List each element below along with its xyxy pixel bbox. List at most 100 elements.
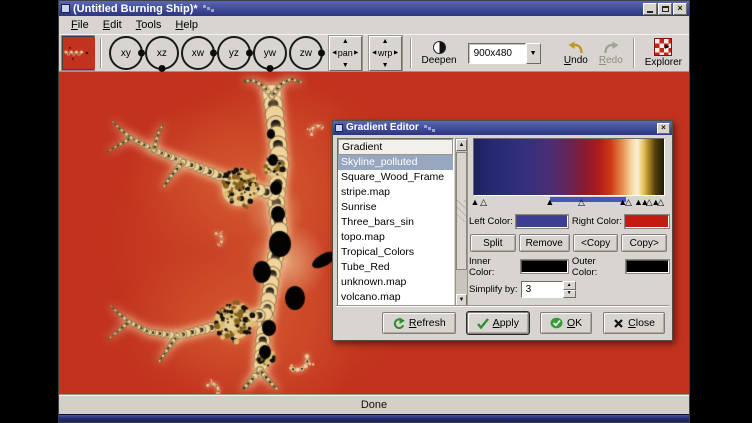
redo-button[interactable]: Redo [595,40,627,66]
spin-up-icon[interactable]: ▲ [563,281,576,290]
gradient-list-item[interactable]: Square_Wood_Frame [338,170,453,185]
titlebar-artifact [203,5,214,12]
gradient-handle-strip[interactable]: ▲△▲△▲△▲▲△▲△ [473,197,665,209]
rotation-dot-icon [266,65,273,72]
toolbar-separator [410,38,412,68]
left-color-swatch[interactable] [516,215,568,228]
toolbar-separator [633,38,635,68]
ok-icon [550,317,563,329]
rotate-xw-button[interactable]: xw [181,36,215,70]
rotation-dot-icon [158,65,165,72]
rotate-xy-label: xy [121,48,131,59]
dialog-title: Gradient Editor [346,122,419,134]
window-titlebar[interactable]: (Untitled Burning Ship)* × [59,1,689,16]
gradient-list-item[interactable]: Tube_Red [338,260,453,275]
pan-button[interactable]: ▲ ▼ ◄ ► pan [329,36,362,71]
deepen-icon [433,41,446,54]
split-button[interactable]: Split [470,234,516,252]
rotate-yz-label: yz [229,48,239,59]
menu-bar: File Edit Tools Help [59,16,689,34]
menu-help[interactable]: Help [168,17,205,33]
gradient-list-item[interactable]: unknown.map [338,275,453,290]
gradient-list-scrollbar[interactable]: ▲ ▼ [455,138,468,307]
gradient-handle-icon[interactable]: ▲ [470,197,479,208]
dialog-titlebar[interactable]: Gradient Editor × [333,121,672,135]
rotation-dot-icon [210,50,217,57]
close-dialog-button[interactable]: Close [603,312,665,334]
deepen-label: Deepen [422,55,457,66]
pan-right-arrow-icon: ► [353,50,360,57]
undo-label: Undo [564,55,588,66]
maximize-icon [662,6,669,12]
warp-down-arrow-icon: ▼ [382,62,389,69]
ok-button[interactable]: OK [540,312,592,334]
warp-left-arrow-icon: ◄ [371,50,378,57]
undo-icon [567,40,585,54]
window-title: (Untitled Burning Ship)* [73,2,198,16]
gradient-list-item[interactable]: Skyline_polluted [338,155,453,170]
combo-arrow-icon[interactable]: ▼ [526,43,541,64]
menu-file[interactable]: File [64,17,96,33]
menu-edit[interactable]: Edit [96,17,129,33]
inner-color-swatch[interactable] [521,260,568,273]
menu-tools[interactable]: Tools [129,17,169,33]
maximize-button[interactable] [658,3,672,15]
close-button[interactable]: × [673,3,687,15]
gradient-list-item[interactable]: stripe.map [338,185,453,200]
scrollbar-thumb[interactable] [456,152,467,270]
undo-button[interactable]: Undo [560,40,592,66]
left-color-label: Left Color: [469,216,513,227]
selected-segment-bar[interactable] [550,197,626,202]
rotate-yz-button[interactable]: yz [217,36,251,70]
rotate-zw-label: zw [300,48,312,59]
gradient-handle-icon[interactable]: ▲ [545,197,554,208]
gradient-list-item[interactable]: Tropical_Colors [338,245,453,260]
rotation-buttons: xy xzxw yz yw zw [108,36,324,70]
gradient-list-item[interactable]: Three_bars_sin [338,215,453,230]
gradient-preview[interactable] [473,138,665,196]
pan-down-arrow-icon: ▼ [342,62,349,69]
rotate-xz-button[interactable]: xz [145,36,179,70]
gradient-list-item[interactable]: topo.map [338,230,453,245]
close-x-icon [613,318,624,329]
dialog-close-button[interactable]: × [657,123,670,134]
explorer-button[interactable]: ▸ Explorer [641,38,686,68]
gradient-list-item[interactable]: volcano.map [338,290,453,305]
simplify-value[interactable]: 3 [521,281,563,298]
warp-label: wrp [378,48,393,58]
fractal-preview-thumbnail[interactable] [62,36,94,70]
deepen-button[interactable]: Deepen [418,41,461,66]
rotate-zw-button[interactable]: zw [289,36,323,70]
status-bar: Done [59,394,689,414]
gradient-handle-icon[interactable]: △ [578,197,585,208]
segment-buttons: SplitRemove<CopyCopy> [470,234,667,252]
pan-left-arrow-icon: ◄ [331,50,338,57]
apply-button[interactable]: Apply [467,312,529,334]
copy-right-button[interactable]: Copy> [621,234,667,252]
explorer-label: Explorer [645,57,682,68]
redo-label: Redo [599,55,623,66]
gradient-handle-icon[interactable]: △ [625,197,632,208]
resolution-combobox[interactable]: 900x480 ▼ [468,43,541,64]
minimize-button[interactable] [643,3,657,15]
gradient-list-item[interactable]: Sunrise [338,200,453,215]
remove-button[interactable]: Remove [519,234,570,252]
simplify-spinbox[interactable]: 3 ▲ ▼ [521,281,576,298]
gradient-handle-icon[interactable]: △ [480,197,487,208]
gradient-list-body: Skyline_pollutedSquare_Wood_Framestripe.… [338,155,453,305]
outer-color-swatch[interactable] [626,260,669,273]
app-icon [61,4,70,13]
copy-left-button[interactable]: <Copy [573,234,619,252]
warp-up-arrow-icon: ▲ [382,38,389,45]
right-color-swatch[interactable] [625,215,669,228]
refresh-button[interactable]: Refresh [382,312,456,334]
rotate-yw-button[interactable]: yw [253,36,287,70]
gradient-list-header[interactable]: Gradient [338,139,453,155]
resolution-value[interactable]: 900x480 [468,43,526,64]
scroll-up-icon[interactable]: ▲ [456,139,467,151]
spin-down-icon[interactable]: ▼ [563,290,576,299]
rotate-xy-button[interactable]: xy [109,36,143,70]
warp-button[interactable]: ▲ ▼ ◄ ► wrp [369,36,402,71]
simplify-label: Simplify by: [469,284,518,295]
gradient-handle-icon[interactable]: △ [657,197,664,208]
